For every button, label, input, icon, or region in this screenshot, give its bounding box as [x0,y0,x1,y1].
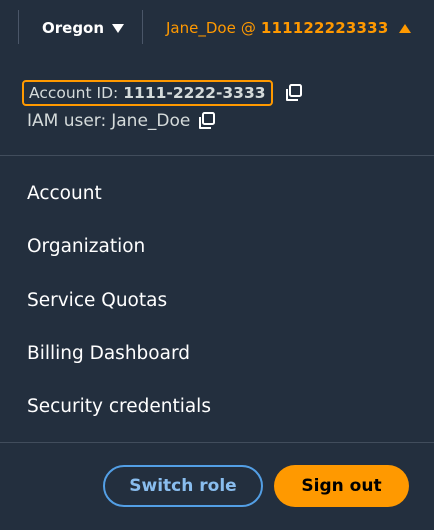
region-selector[interactable]: Oregon [30,8,130,48]
account-id: Account ID: 1111-2222-3333 [22,80,273,106]
region-label: Oregon [42,19,105,37]
top-navigation-bar: Oregon Jane_Doe @ 111122223333 [0,0,434,56]
copy-icon[interactable] [197,111,217,131]
switch-role-label: Switch role [129,476,237,496]
iam-user: IAM user: Jane_Doe [27,111,217,131]
menu-item-security-credentials[interactable]: Security credentials [27,389,407,423]
sign-out-button[interactable]: Sign out [274,465,409,507]
copy-icon-graphic [199,112,216,129]
account-id-value: 1111-2222-3333 [123,84,266,102]
divider [0,155,434,156]
copy-icon[interactable] [284,83,304,103]
menu-item-label: Service Quotas [27,289,168,311]
caret-up-icon [399,24,411,33]
account-menu-toggle[interactable]: Jane_Doe @ 111122223333 [158,8,424,48]
account-username: Jane_Doe [166,19,236,37]
account-at-sign: @ [240,19,256,37]
menu-item-label: Security credentials [27,395,211,417]
account-dropdown-panel: Oregon Jane_Doe @ 111122223333 Account I… [0,0,434,530]
iam-user-label: IAM user: [27,111,107,131]
account-number: 111122223333 [260,19,389,37]
menu-item-service-quotas[interactable]: Service Quotas [27,283,407,317]
menu-item-organization[interactable]: Organization [27,229,407,263]
iam-user-value: Jane_Doe [111,111,191,131]
sign-out-label: Sign out [301,476,382,496]
menu-item-billing-dashboard[interactable]: Billing Dashboard [27,336,407,370]
menu-item-label: Account [27,182,102,204]
account-id-label: Account ID: [29,84,119,102]
caret-down-icon [112,23,125,33]
menu-item-label: Organization [27,235,146,257]
divider [0,442,434,443]
divider [142,10,143,44]
menu-item-account[interactable]: Account [27,176,407,210]
switch-role-button[interactable]: Switch role [103,465,263,507]
menu-item-label: Billing Dashboard [27,342,190,364]
divider [18,10,19,44]
copy-icon-graphic [286,84,302,101]
